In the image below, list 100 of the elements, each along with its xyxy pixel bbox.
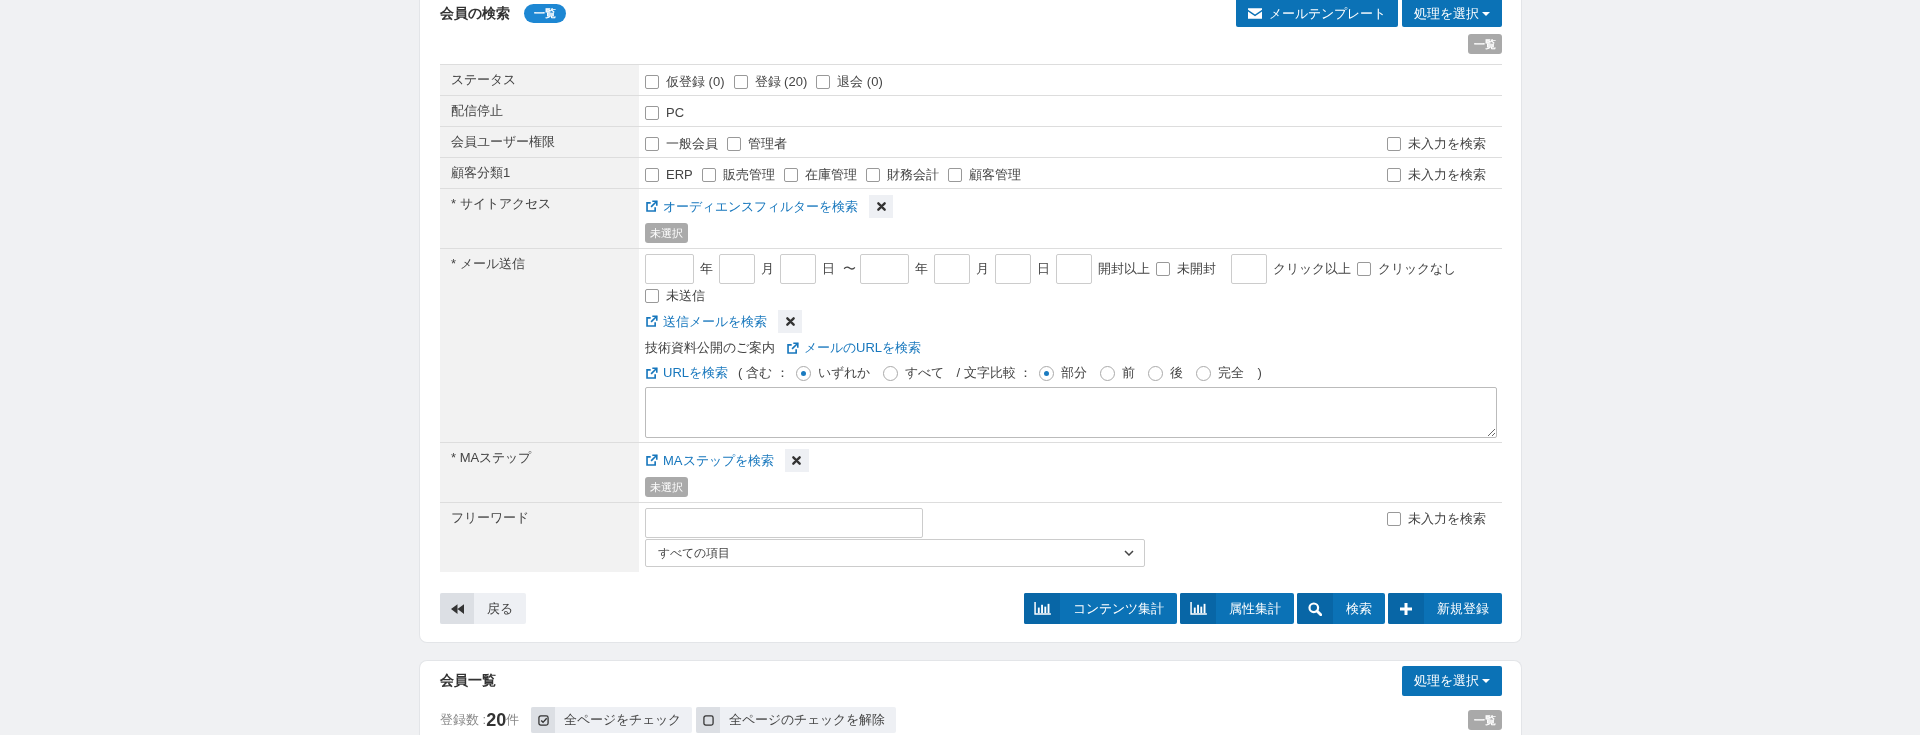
summary-button[interactable]: コンテンツ集計 <box>1024 593 1177 624</box>
radio-button[interactable] <box>1100 365 1116 381</box>
checkbox[interactable] <box>727 137 741 151</box>
label-cell: * MAステップ <box>440 443 639 502</box>
input-field[interactable] <box>1231 254 1267 284</box>
mail-title: 技術資料公開のご案内 <box>645 339 775 357</box>
checkbox-label[interactable]: クリックなし <box>1378 260 1456 278</box>
caret-icon <box>1482 11 1490 16</box>
checkbox[interactable] <box>645 137 659 151</box>
search-link[interactable]: URLを検索 <box>645 364 728 382</box>
checkbox[interactable] <box>865 168 880 182</box>
action-menu-button[interactable]: 処理を選択 <box>1402 0 1502 27</box>
search-link[interactable]: MAステップを検索 <box>645 451 774 470</box>
external-link-icon <box>645 454 658 467</box>
checkbox[interactable] <box>645 75 659 89</box>
radio-button[interactable] <box>1039 365 1055 381</box>
option-group-label: / 文字比較 ： <box>956 364 1033 382</box>
checkbox-label[interactable]: 未送信 <box>666 287 705 305</box>
checkbox-label[interactable]: 財務会計 <box>886 166 939 184</box>
unit-label: 年 <box>915 260 928 278</box>
check-all-button[interactable]: 全ページをチェック <box>531 707 693 733</box>
checkbox[interactable] <box>783 168 798 182</box>
unit-label: クリック以上 <box>1273 260 1351 278</box>
checkbox-label[interactable]: 在庫管理 <box>804 166 857 184</box>
action-menu-button[interactable]: 処理を選択 <box>1402 666 1502 696</box>
radio-button[interactable] <box>882 365 898 381</box>
checkbox[interactable] <box>1387 512 1401 526</box>
checkbox[interactable] <box>1357 262 1371 276</box>
input-field[interactable] <box>645 508 923 538</box>
count-unit: 件 <box>506 711 520 729</box>
caret-icon <box>1482 679 1490 683</box>
clear-button[interactable] <box>778 310 802 333</box>
input-field[interactable] <box>995 254 1031 284</box>
label-cell: ステータス <box>440 65 639 95</box>
radio-button[interactable] <box>1148 365 1164 381</box>
checkbox[interactable] <box>701 168 716 182</box>
radio-label[interactable]: 後 <box>1170 364 1184 382</box>
radio-label[interactable]: 前 <box>1122 364 1136 382</box>
checkbox[interactable] <box>645 168 659 182</box>
checkbox[interactable] <box>1387 137 1401 151</box>
uncheck-all-button[interactable]: 全ページのチェックを解除 <box>696 707 897 733</box>
checkbox-label[interactable]: PC <box>666 104 685 122</box>
mail-template-button[interactable]: メールテンプレート <box>1236 0 1398 27</box>
checkbox[interactable] <box>645 289 659 303</box>
checkbox[interactable] <box>1156 262 1170 276</box>
closing-bracket: ) <box>1257 364 1262 382</box>
checkbox[interactable] <box>645 106 659 120</box>
range-separator: 〜 <box>843 260 856 278</box>
checkbox[interactable] <box>816 75 831 89</box>
input-field[interactable] <box>780 254 816 284</box>
checkbox-label[interactable]: 一般会員 <box>666 135 718 153</box>
summary-button[interactable]: 属性集計 <box>1180 593 1294 624</box>
radio-button[interactable] <box>795 365 811 381</box>
clear-button[interactable] <box>784 449 809 472</box>
radio-button[interactable] <box>1196 365 1212 381</box>
checkbox-label[interactable]: 未開封 <box>1177 260 1216 278</box>
input-field[interactable] <box>1056 254 1092 284</box>
unit-label: 年 <box>700 260 713 278</box>
unit-label: 開封以上 <box>1098 260 1150 278</box>
unit-label: 月 <box>761 260 774 278</box>
status-tag: 未選択 <box>645 223 688 243</box>
checkbox-label[interactable]: 未入力を検索 <box>1408 510 1486 528</box>
checkbox-label[interactable]: ERP <box>666 166 693 184</box>
select-field[interactable]: すべての項目 <box>645 539 1145 567</box>
list-badge[interactable]: 一覧 <box>524 4 566 23</box>
input-field[interactable] <box>719 254 755 284</box>
checkbox-label[interactable]: 管理者 <box>748 135 787 153</box>
radio-label[interactable]: すべて <box>904 364 944 382</box>
search-link[interactable]: 送信メールを検索 <box>645 312 767 331</box>
search-link[interactable]: メールのURLを検索 <box>786 339 921 357</box>
input-field[interactable] <box>934 254 970 284</box>
radio-label[interactable]: 完全 <box>1218 364 1245 382</box>
checkbox-label[interactable]: 未入力を検索 <box>1408 166 1486 184</box>
checkbox-label[interactable]: 顧客管理 <box>968 166 1021 184</box>
label-cell: 会員ユーザー権限 <box>440 127 639 157</box>
clear-button[interactable] <box>869 195 893 218</box>
radio-label[interactable]: いずれか <box>817 364 870 382</box>
search-link[interactable]: オーディエンスフィルターを検索 <box>645 197 858 216</box>
backward-icon <box>440 593 474 624</box>
count-value: 20 <box>486 709 507 731</box>
checkbox-label[interactable]: 未入力を検索 <box>1408 135 1486 153</box>
section-title: 会員一覧 <box>440 672 496 690</box>
bar-chart-icon <box>1024 593 1060 624</box>
search-button[interactable]: 検索 <box>1297 593 1385 624</box>
status-tag: 未選択 <box>645 477 688 497</box>
checkbox[interactable] <box>947 168 962 182</box>
textarea-field[interactable] <box>645 387 1497 438</box>
input-field[interactable] <box>860 254 909 284</box>
checkbox-label[interactable]: 登録 (20) <box>754 73 808 91</box>
option-group-label: ( 含む ： <box>738 364 789 382</box>
checkbox-label[interactable]: 退会 (0) <box>837 73 883 91</box>
add-button[interactable]: 新規登録 <box>1388 593 1502 624</box>
checkbox-label[interactable]: 販売管理 <box>722 166 775 184</box>
checkbox-label[interactable]: 仮登録 (0) <box>666 73 725 91</box>
checkbox[interactable] <box>1387 168 1401 182</box>
back-button[interactable]: 戻る <box>440 593 526 624</box>
panel-title: 会員の検索 <box>440 4 510 23</box>
radio-label[interactable]: 部分 <box>1061 364 1088 382</box>
checkbox[interactable] <box>733 75 748 89</box>
input-field[interactable] <box>645 254 694 284</box>
